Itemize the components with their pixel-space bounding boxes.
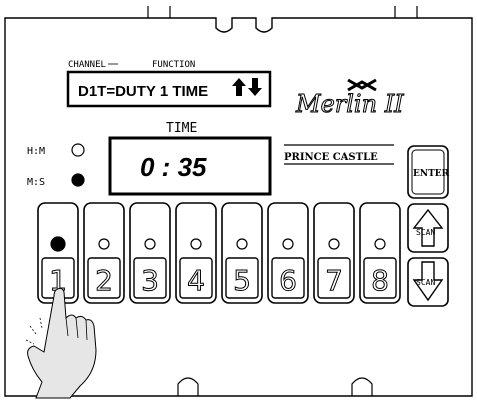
enter-label: ENTER — [413, 169, 450, 179]
channel-led-8 — [374, 238, 386, 250]
top-tab-left — [147, 6, 171, 18]
scan-down-label: SCAN — [416, 278, 435, 287]
channel-label-5: 5 — [233, 264, 251, 297]
channel-button-8[interactable]: 8 — [359, 202, 401, 304]
pointing-hand-icon — [25, 287, 97, 399]
channel-buttons: 12345678 — [37, 202, 401, 304]
ms-led — [71, 173, 85, 187]
enter-button[interactable]: ENTER — [407, 145, 450, 199]
time-display: 0 : 35 — [140, 152, 207, 182]
channel-led-6 — [282, 238, 294, 250]
merlin-crest-icon — [347, 78, 377, 92]
channel-led-3 — [144, 238, 156, 250]
hm-label: H:M — [27, 146, 45, 157]
channel-button-6[interactable]: 6 — [267, 202, 309, 304]
channel-label-8: 8 — [371, 264, 389, 297]
bottom-notches — [177, 377, 373, 396]
channel-button-7[interactable]: 7 — [313, 202, 355, 304]
channel-label-7: 7 — [325, 264, 343, 297]
channel-label-2: 2 — [95, 264, 113, 297]
brand-logo: Merlin II — [295, 90, 404, 118]
channel-button-4[interactable]: 4 — [175, 202, 217, 304]
channel-led-7 — [328, 238, 340, 250]
channel-button-3[interactable]: 3 — [129, 202, 171, 304]
channel-led-5 — [236, 238, 248, 250]
hm-led — [71, 143, 85, 157]
channel-label: CHANNEL — [68, 60, 106, 70]
scan-down-button[interactable]: SCAN — [407, 257, 449, 307]
channel-button-5[interactable]: 5 — [221, 202, 263, 304]
channel-label-6: 6 — [279, 264, 297, 297]
time-label: TIME — [166, 121, 197, 136]
scan-up-label: SCAN — [416, 228, 435, 237]
channel-led-4 — [190, 238, 202, 250]
channel-label-4: 4 — [187, 264, 205, 297]
channel-label-3: 3 — [141, 264, 159, 297]
maker-label: PRINCE CASTLE — [284, 152, 378, 163]
top-tab-right — [394, 6, 418, 18]
ms-label: M:S — [27, 177, 45, 188]
channel-led-2 — [98, 238, 110, 250]
scan-up-button[interactable]: SCAN — [407, 203, 449, 253]
function-label: FUNCTION — [152, 60, 195, 70]
function-display: D1T=DUTY 1 TIME — [78, 83, 208, 100]
control-panel: CHANNEL FUNCTION D1T=DUTY 1 TIME Merlin … — [4, 6, 473, 399]
channel-led-1 — [50, 236, 66, 252]
channel-button-1[interactable]: 1 — [37, 202, 79, 304]
channel-button-2[interactable]: 2 — [83, 202, 125, 304]
